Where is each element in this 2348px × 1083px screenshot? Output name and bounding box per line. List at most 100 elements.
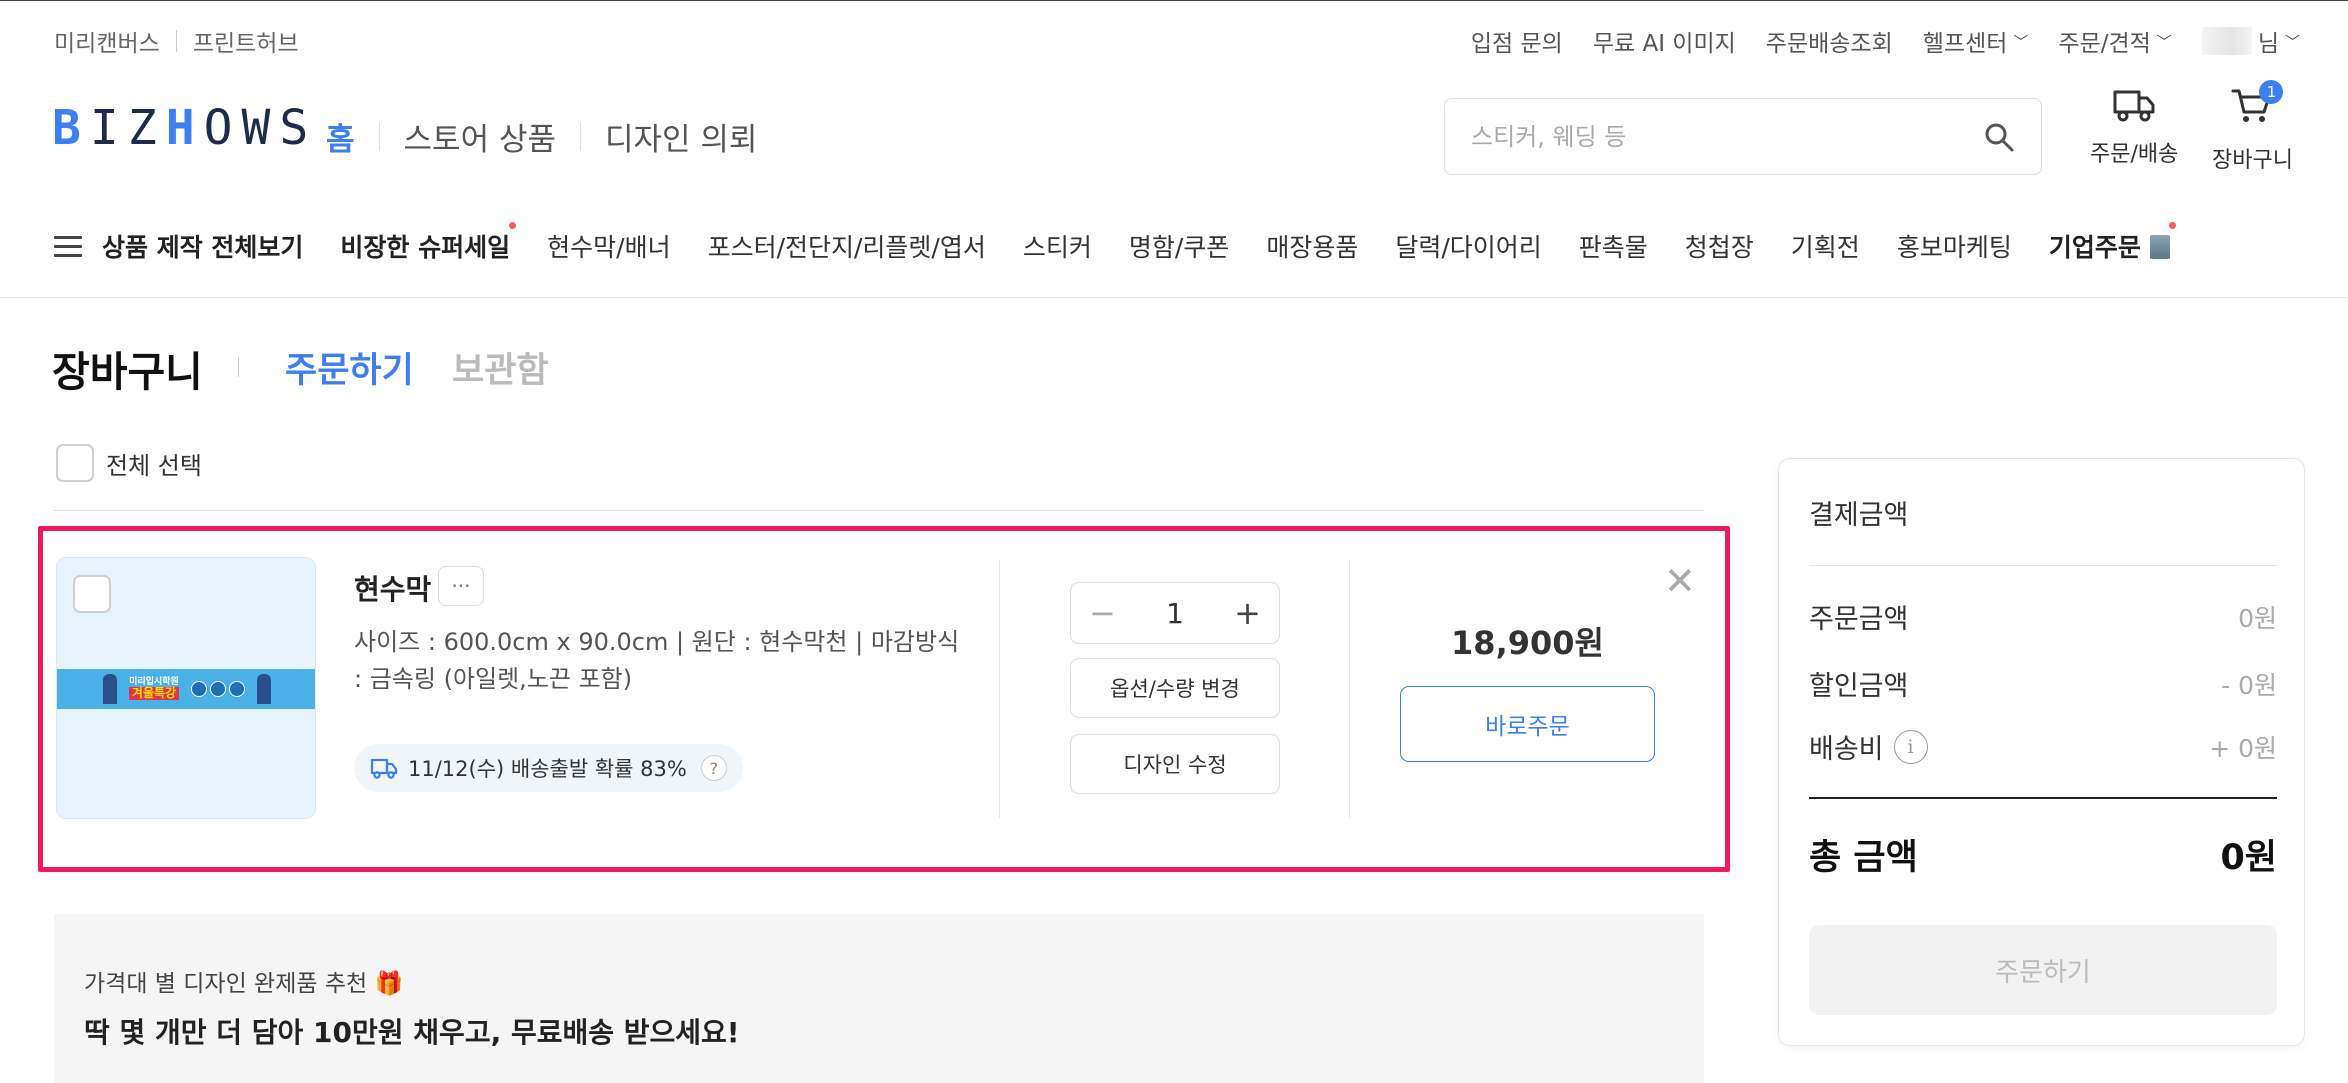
utility-menu: 입점 문의 무료 AI 이미지 주문배송조회 헬프센터 ﹀ 주문/견적 ﹀ 님 … [1471, 24, 2300, 58]
order-quote-dropdown[interactable]: 주문/견적 ﹀ [2058, 24, 2171, 58]
nav-sticker[interactable]: 스티커 [1023, 228, 1092, 264]
cart-link[interactable]: 1 장바구니 [2212, 80, 2293, 174]
link-order-tracking[interactable]: 주문배송조회 [1766, 24, 1893, 58]
divider [1809, 565, 2277, 566]
shipping-fee-row: 배송비 i + 0원 [1809, 727, 2277, 766]
search-icon[interactable] [1983, 121, 2015, 153]
shipping-fee-value: + 0원 [2209, 733, 2277, 763]
building-icon [2149, 235, 2170, 259]
order-amount-row: 주문금액 0원 [1809, 597, 2277, 636]
product-thumbnail[interactable]: 미리입시학원 겨울특강 [56, 557, 316, 819]
more-options-button[interactable]: ··· [438, 566, 484, 606]
total-label: 총 금액 [1809, 838, 1918, 878]
nav-poster-flyer[interactable]: 포스터/전단지/리플렛/엽서 [708, 228, 986, 264]
discount-label: 할인금액 [1809, 671, 1909, 702]
select-all-checkbox[interactable] [56, 444, 94, 482]
divider [238, 357, 239, 377]
link-store-apply[interactable]: 입점 문의 [1471, 24, 1563, 58]
minus-icon[interactable]: − [1089, 594, 1116, 632]
orders-delivery-link[interactable]: 주문/배송 [2090, 86, 2178, 168]
nav-super-sale[interactable]: 비장한 슈퍼세일 [340, 222, 517, 264]
select-all-label: 전체 선택 [106, 451, 202, 480]
change-options-button[interactable]: 옵션/수량 변경 [1070, 658, 1280, 718]
user-menu-dropdown[interactable]: 님 ﹀ [2201, 24, 2300, 58]
hamburger-icon[interactable] [54, 235, 82, 257]
divider [580, 122, 581, 151]
nav-design-request[interactable]: 디자인 의뢰 [605, 114, 757, 159]
search-box [1444, 98, 2042, 175]
nav-marketing[interactable]: 홍보마케팅 [1897, 228, 2012, 264]
nav-divider [0, 297, 2348, 298]
banner-circles [191, 681, 246, 697]
top-border [0, 0, 2348, 1]
checkout-button[interactable]: 주문하기 [1809, 925, 2277, 1015]
banner-text: 미리입시학원 겨울특강 [128, 677, 180, 701]
link-free-ai-image[interactable]: 무료 AI 이미지 [1593, 24, 1736, 58]
family-sites: 미리캔버스 프린트허브 [54, 24, 299, 58]
divider [999, 560, 1000, 818]
product-options: 사이즈 : 600.0cm x 90.0cm | 원단 : 현수막천 | 마감방… [354, 628, 960, 693]
shipping-estimate-text: 11/12(수) 배송출발 확률 83% [408, 757, 687, 781]
order-amount-value: 0원 [2238, 603, 2277, 633]
item-price: 18,900원 [1451, 624, 1604, 662]
page-title: 장바구니 [52, 348, 203, 396]
banner-figure [102, 674, 117, 704]
tab-order[interactable]: 주문하기 [285, 342, 414, 393]
divider [175, 30, 177, 52]
link-miricanvas[interactable]: 미리캔버스 [54, 24, 160, 58]
info-icon[interactable]: i [1893, 729, 1928, 764]
nav-promo-goods[interactable]: 판촉물 [1579, 228, 1648, 264]
search-input[interactable] [1471, 122, 1983, 151]
nav-calendar[interactable]: 달력/다이어리 [1395, 228, 1541, 264]
nav-home[interactable]: 홈 [326, 114, 355, 159]
new-dot [509, 222, 517, 229]
total-row: 총 금액 0원 [1809, 829, 2277, 880]
discount-row: 할인금액 - 0원 [1809, 664, 2277, 703]
user-suffix: 님 [2257, 31, 2279, 57]
chevron-down-icon: ﹀ [2156, 32, 2172, 51]
summary-title: 결제금액 [1809, 500, 1909, 531]
total-value: 0원 [2220, 838, 2277, 878]
order-amount-label: 주문금액 [1809, 604, 1909, 635]
nav-store-products[interactable]: 스토어 상품 [404, 114, 556, 159]
bizhows-logo[interactable]: BIZHOWS [52, 104, 317, 152]
nav-all-products[interactable]: 상품 제작 전체보기 [102, 228, 303, 264]
orders-label: 주문/배송 [2090, 142, 2179, 167]
nav-invitation[interactable]: 청첩장 [1685, 228, 1754, 264]
quantity-value[interactable]: 1 [1166, 597, 1184, 630]
corporate-order-label: 기업주문 [2048, 233, 2141, 262]
plus-icon[interactable]: + [1234, 594, 1261, 632]
order-quote-label: 주문/견적 [2058, 31, 2151, 57]
help-question-icon[interactable]: ? [700, 755, 727, 781]
help-center-label: 헬프센터 [1922, 31, 2008, 57]
main-nav: 홈 스토어 상품 디자인 의뢰 [326, 114, 757, 159]
redacted-username [2201, 27, 2252, 55]
shipping-fee-label: 배송비 [1809, 734, 1884, 765]
product-name: 현수막 [354, 573, 432, 606]
nav-corporate-order[interactable]: 기업주문 [2048, 222, 2176, 264]
shipping-fee-label-wrap: 배송비 i [1809, 727, 1928, 766]
remove-item-close-icon[interactable]: ✕ [1664, 562, 1696, 600]
select-all[interactable]: 전체 선택 [56, 444, 202, 482]
reco-title: 딱 몇 개만 더 담아 10만원 채우고, 무료배송 받으세요! [84, 1016, 740, 1049]
item-checkbox[interactable] [73, 575, 111, 613]
chevron-down-icon: ﹀ [2013, 32, 2029, 51]
truck-icon [370, 758, 398, 779]
cart-count-badge: 1 [2259, 80, 2284, 104]
new-dot [2168, 222, 2176, 229]
help-center-dropdown[interactable]: 헬프센터 ﹀ [1923, 24, 2029, 58]
nav-banner[interactable]: 현수막/배너 [547, 228, 670, 264]
nav-store-supplies[interactable]: 매장용품 [1266, 228, 1358, 264]
divider [1349, 560, 1350, 818]
super-sale-label: 비장한 슈퍼세일 [340, 233, 511, 262]
nav-business-card[interactable]: 명함/쿠폰 [1129, 228, 1229, 264]
quantity-stepper: − 1 + [1070, 582, 1280, 644]
buy-now-button[interactable]: 바로주문 [1400, 686, 1655, 762]
edit-design-button[interactable]: 디자인 수정 [1070, 734, 1280, 794]
truck-icon [2113, 90, 2155, 122]
cart-icon-wrap: 1 [2231, 80, 2284, 130]
nav-exhibition[interactable]: 기획전 [1791, 228, 1860, 264]
tab-saved[interactable]: 보관함 [452, 342, 549, 393]
link-printhub[interactable]: 프린트허브 [193, 24, 299, 58]
banner-line-2: 겨울특강 [128, 687, 180, 701]
